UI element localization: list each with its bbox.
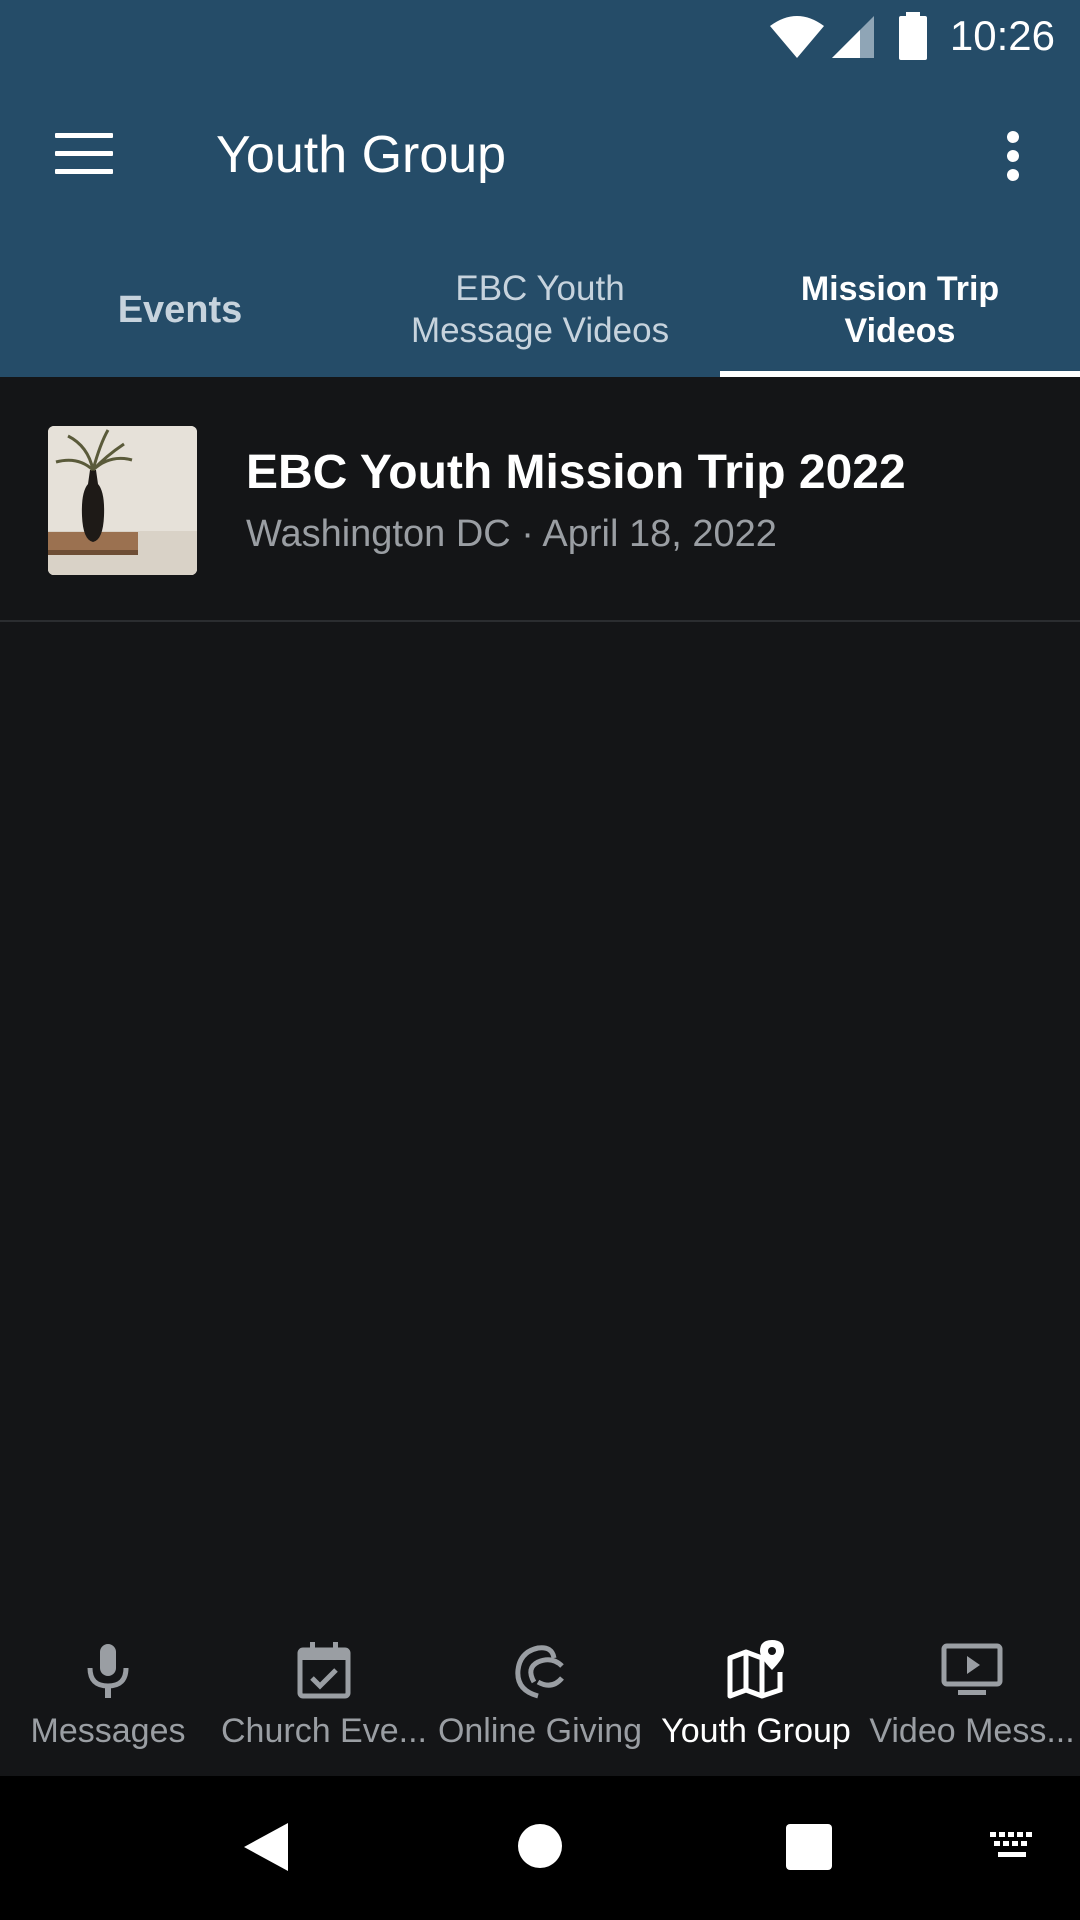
tab-label-line1: Mission Trip bbox=[800, 270, 1000, 308]
nav-label: Messages bbox=[30, 1712, 186, 1750]
signal-icon bbox=[832, 16, 874, 58]
bottom-navigation: Messages Church Eve... Online Giving You… bbox=[0, 1610, 1080, 1776]
nav-youth-group[interactable]: Youth Group bbox=[648, 1610, 864, 1776]
back-icon[interactable] bbox=[242, 1821, 290, 1873]
tab-events[interactable]: Events bbox=[0, 243, 360, 377]
status-time: 10:26 bbox=[949, 12, 1055, 59]
map-pin-icon bbox=[727, 1640, 784, 1699]
giving-icon bbox=[515, 1645, 564, 1699]
wifi-icon bbox=[770, 16, 824, 58]
tab-label-line2: Message Videos bbox=[410, 311, 670, 350]
app-header: 10:26 Youth Group Events EBC Youth Messa… bbox=[0, 0, 1080, 377]
page-title: Youth Group bbox=[216, 126, 507, 184]
hamburger-menu-icon[interactable] bbox=[55, 133, 113, 174]
tab-label: EBC Youth Message Videos bbox=[411, 268, 669, 352]
tab-label-line2: Videos bbox=[844, 312, 956, 350]
item-subtitle: Washington DC · April 18, 2022 bbox=[246, 513, 777, 555]
tab-label-line1: EBC Youth bbox=[455, 269, 625, 308]
battery-icon bbox=[899, 12, 927, 60]
tab-mission-trip-videos[interactable]: Mission Trip Videos bbox=[720, 243, 1080, 377]
nav-messages[interactable]: Messages bbox=[0, 1610, 216, 1776]
tv-play-icon bbox=[941, 1643, 1003, 1695]
overflow-menu-icon[interactable] bbox=[1003, 131, 1023, 181]
system-navigation-bar bbox=[0, 1776, 1080, 1920]
keyboard-icon[interactable] bbox=[988, 1830, 1036, 1862]
nav-church-events[interactable]: Church Eve... bbox=[216, 1610, 432, 1776]
nav-video-messages[interactable]: Video Mess... bbox=[864, 1610, 1080, 1776]
vase-photo-thumbnail bbox=[48, 426, 197, 575]
nav-label: Youth Group bbox=[661, 1712, 851, 1750]
nav-online-giving[interactable]: Online Giving bbox=[432, 1610, 648, 1776]
recent-apps-icon[interactable] bbox=[786, 1824, 832, 1870]
tab-bar: Events EBC Youth Message Videos Mission … bbox=[0, 243, 1080, 377]
nav-label: Church Eve... bbox=[221, 1712, 427, 1750]
item-title: EBC Youth Mission Trip 2022 bbox=[246, 446, 906, 499]
microphone-icon bbox=[87, 1644, 129, 1698]
tab-label: Mission Trip Videos bbox=[801, 268, 999, 352]
nav-label: Online Giving bbox=[437, 1712, 643, 1750]
app-bar: Youth Group bbox=[0, 75, 1080, 243]
list-item[interactable]: EBC Youth Mission Trip 2022 Washington D… bbox=[0, 377, 1080, 622]
calendar-check-icon bbox=[297, 1642, 351, 1699]
status-bar: 10:26 bbox=[0, 0, 1080, 75]
tab-label: Events bbox=[117, 289, 243, 331]
tab-ebc-youth-message-videos[interactable]: EBC Youth Message Videos bbox=[360, 243, 720, 377]
home-icon[interactable] bbox=[518, 1824, 562, 1868]
nav-label: Video Mess... bbox=[869, 1712, 1075, 1750]
